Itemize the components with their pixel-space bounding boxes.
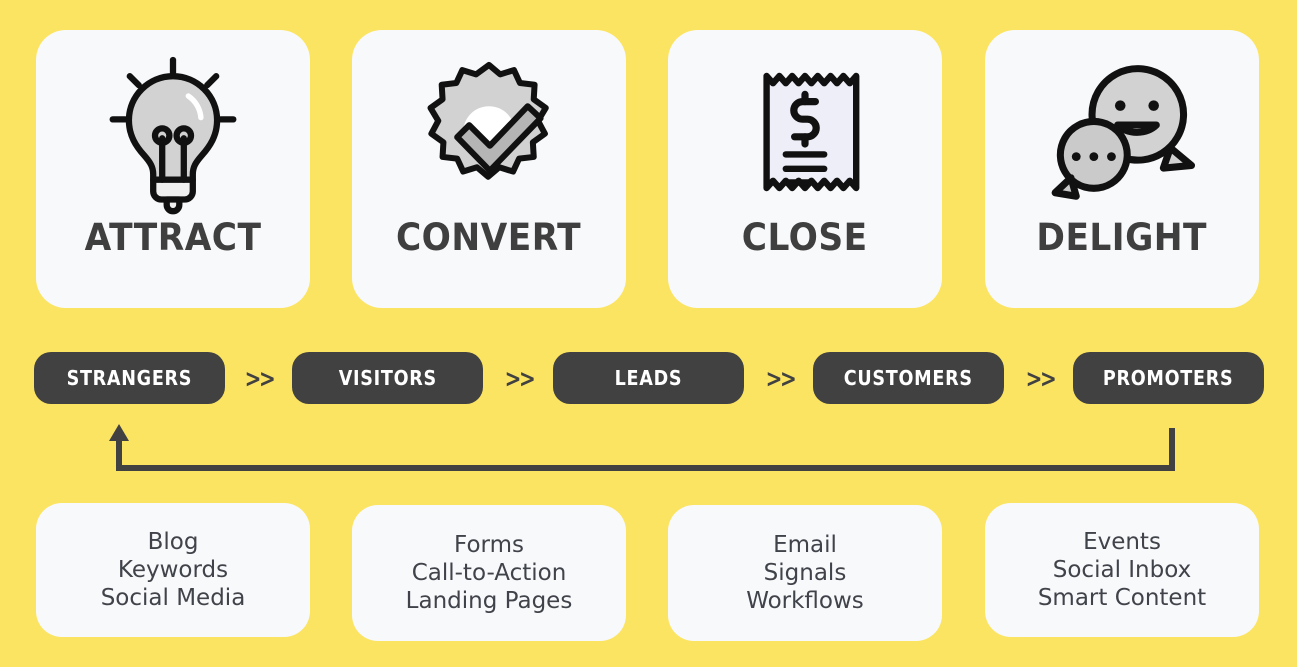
- funnel-separator-2: >>: [501, 352, 538, 404]
- stage-card-delight[interactable]: DELIGHT: [985, 30, 1259, 308]
- stage-label: ATTRACT: [84, 216, 262, 259]
- stage-card-convert[interactable]: CONVERT: [352, 30, 626, 308]
- funnel-step-leads[interactable]: LEADS: [553, 352, 744, 404]
- double-chevron-icon: >>: [765, 363, 797, 393]
- double-chevron-icon: >>: [244, 363, 276, 393]
- funnel-step-label: LEADS: [614, 366, 683, 390]
- tactics-card-delight[interactable]: Events Social Inbox Smart Content: [985, 503, 1259, 637]
- tactic-line: Landing Pages: [405, 588, 573, 615]
- double-chevron-icon: >>: [504, 363, 536, 393]
- feedback-loop-arrow: [109, 424, 1175, 471]
- tactic-line: Workflows: [746, 588, 864, 615]
- tactic-line: Keywords: [117, 556, 229, 583]
- funnel-step-customers[interactable]: CUSTOMERS: [813, 352, 1004, 404]
- tactic-line: Social Inbox: [1052, 556, 1192, 583]
- funnel-step-label: CUSTOMERS: [844, 366, 973, 390]
- stage-card-attract[interactable]: ATTRACT: [36, 30, 310, 308]
- funnel-separator-4: >>: [1022, 352, 1059, 404]
- funnel-separator-1: >>: [241, 352, 278, 404]
- funnel-step-label: VISITORS: [338, 366, 437, 390]
- lightbulb-icon: [78, 44, 268, 219]
- tactic-line: Smart Content: [1037, 585, 1207, 612]
- tactic-line: Email: [773, 531, 837, 558]
- tactic-line: Social Media: [100, 585, 246, 612]
- funnel-separator-3: >>: [762, 352, 799, 404]
- stage-label: DELIGHT: [1036, 216, 1208, 259]
- receipt-dollar-icon: [710, 44, 900, 219]
- tactics-card-attract[interactable]: Blog Keywords Social Media: [36, 503, 310, 637]
- stage-card-close[interactable]: CLOSE: [668, 30, 942, 308]
- gear-check-icon: [394, 44, 584, 219]
- tactic-line: Signals: [763, 559, 847, 586]
- stage-label: CLOSE: [742, 216, 868, 259]
- tactic-line: Events: [1083, 528, 1161, 555]
- tactics-card-close[interactable]: Email Signals Workflows: [668, 505, 942, 641]
- inbound-methodology-diagram: ATTRACT CONVERT CLOSE DELIGHT STRANGERS …: [0, 0, 1297, 667]
- tactic-line: Forms: [454, 531, 524, 558]
- double-chevron-icon: >>: [1025, 363, 1057, 393]
- funnel-step-label: PROMOTERS: [1103, 366, 1234, 390]
- funnel-step-promoters[interactable]: PROMOTERS: [1073, 352, 1264, 404]
- speech-bubbles-icon: [1027, 44, 1217, 219]
- tactics-card-convert[interactable]: Forms Call-to-Action Landing Pages: [352, 505, 626, 641]
- stage-label: CONVERT: [396, 216, 582, 259]
- funnel-step-visitors[interactable]: VISITORS: [292, 352, 483, 404]
- tactic-line: Blog: [147, 528, 199, 555]
- tactic-line: Call-to-Action: [411, 559, 567, 586]
- funnel-step-strangers[interactable]: STRANGERS: [34, 352, 225, 404]
- funnel-step-label: STRANGERS: [66, 366, 193, 390]
